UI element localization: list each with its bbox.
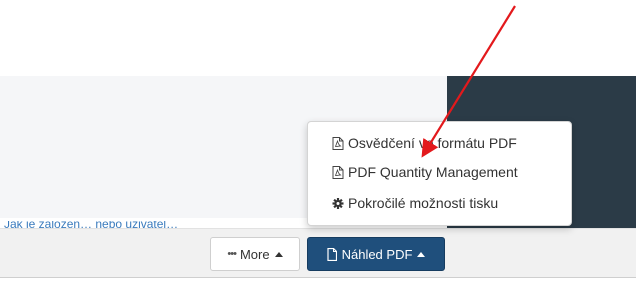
menu-item-label: Osvědčení ve formátu PDF [348,135,517,151]
pdf-file-icon [332,136,344,150]
pdf-file-icon [332,165,344,179]
pdf-dropdown-menu: Osvědčení ve formátu PDF PDF Quantity Ma… [307,121,572,226]
gear-icon [332,197,344,209]
more-button-label: More [239,246,270,262]
ellipsis-icon: ••• [227,248,237,260]
file-icon [326,247,337,261]
footer-bottom-border [0,277,636,283]
top-whitespace [0,0,636,76]
caret-up-icon [417,251,426,257]
pdf-preview-label: Náhled PDF [341,246,413,262]
menu-item-pdf-quantity-management[interactable]: PDF Quantity Management [332,161,518,183]
more-button[interactable]: ••• More [210,237,300,271]
menu-item-advanced-print-options[interactable]: Pokročilé možnosti tisku [332,192,498,214]
menu-item-label: Pokročilé možnosti tisku [348,195,499,211]
menu-item-certificate-pdf[interactable]: Osvědčení ve formátu PDF [332,132,517,154]
caret-up-icon [274,251,283,257]
pdf-preview-button[interactable]: Náhled PDF [307,237,445,271]
menu-item-label: PDF Quantity Management [348,164,518,180]
screen: Jak je založen… nebo uživatel… ••• More … [0,0,636,283]
